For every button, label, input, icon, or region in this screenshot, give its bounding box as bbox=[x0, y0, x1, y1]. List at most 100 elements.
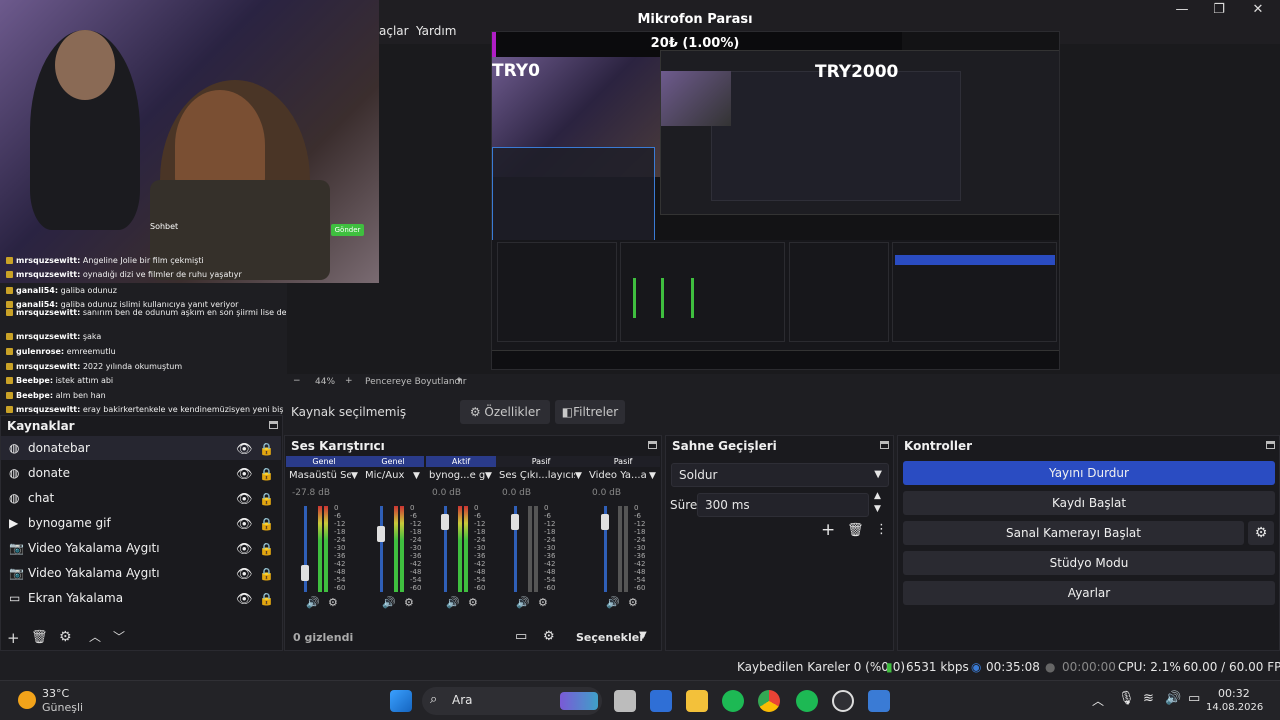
increment-icon[interactable]: ▲ bbox=[874, 491, 881, 501]
popout-icon[interactable] bbox=[648, 441, 657, 449]
start-recording-button[interactable]: Kaydı Başlat bbox=[903, 491, 1275, 515]
lock-icon[interactable]: 🔒 bbox=[259, 537, 274, 561]
donation-title: Mikrofon Parası bbox=[637, 12, 753, 27]
add-transition-button[interactable]: + bbox=[821, 520, 835, 540]
source-item[interactable]: ▶ bynogame gif 👁 🔒 bbox=[1, 511, 281, 535]
properties-button[interactable]: ⚙ Özellikler bbox=[460, 400, 550, 424]
weather-temp: 33°C bbox=[42, 687, 70, 700]
eye-icon[interactable]: 👁 bbox=[236, 438, 253, 462]
maximize-button[interactable]: ❐ bbox=[1199, 2, 1239, 20]
nested-webcam bbox=[661, 71, 731, 126]
menu-help[interactable]: Yardım bbox=[416, 24, 456, 38]
stop-streaming-button[interactable]: Yayını Durdur bbox=[903, 461, 1275, 485]
eye-icon[interactable]: 👁 bbox=[236, 463, 253, 487]
trash-icon[interactable]: 🗑 bbox=[31, 630, 48, 645]
source-item[interactable]: ◍ donatebar 👁 🔒 bbox=[1, 436, 281, 460]
battery-icon[interactable]: ▭ bbox=[1188, 691, 1200, 706]
lock-icon[interactable]: 🔒 bbox=[259, 512, 274, 536]
chat-message: Beebpe: alm ben han bbox=[6, 391, 286, 400]
studio-mode-button[interactable]: Stüdyo Modu bbox=[903, 551, 1275, 575]
decrement-icon[interactable]: ▼ bbox=[874, 504, 881, 514]
obs-icon[interactable] bbox=[832, 690, 854, 712]
nested-mixer bbox=[620, 242, 785, 342]
popout-icon[interactable] bbox=[1266, 441, 1275, 449]
chat-text: galiba odunuz bbox=[60, 286, 117, 295]
transitions-dock: Sahne Geçişleri Soldur ▼ Süre 300 ms ▲ ▼ … bbox=[665, 435, 894, 651]
lock-icon[interactable]: 🔒 bbox=[259, 487, 274, 511]
chevron-up-icon[interactable]: ︿ bbox=[1092, 692, 1104, 709]
fit-to-window[interactable]: Pencereye Boyutlandır bbox=[365, 377, 466, 387]
task-view-icon[interactable] bbox=[614, 690, 636, 712]
zoom-in-button[interactable]: + bbox=[345, 376, 353, 386]
duration-input[interactable]: 300 ms bbox=[697, 493, 869, 517]
app-icon[interactable] bbox=[868, 690, 890, 712]
eye-icon[interactable]: 👁 bbox=[236, 488, 253, 512]
source-item[interactable]: ◍ chat 👁 🔒 bbox=[1, 486, 281, 510]
source-item[interactable]: ▭ Ekran Yakalama 👁 🔒 bbox=[1, 586, 281, 610]
source-status: Kaynak seçilmemiş bbox=[291, 405, 407, 419]
source-toolbar: Kaynak seçilmemiş ⚙ Özellikler ◧Filtrele… bbox=[283, 398, 1280, 428]
source-item[interactable]: 📷 Video Yakalama Aygıtı 👁 🔒 bbox=[1, 561, 281, 585]
camera-icon: 📷 bbox=[9, 541, 24, 555]
sources-list: ◍ donatebar 👁 🔒 ◍ donate 👁 🔒 ◍ chat 👁 🔒 ▶ bynogame gi… bbox=[1, 436, 282, 621]
start-virtual-camera-button[interactable]: Sanal Kamerayı Başlat bbox=[903, 521, 1244, 545]
add-source-button[interactable]: + bbox=[7, 629, 20, 647]
link-icon[interactable]: ⚙ bbox=[543, 629, 555, 644]
record-icon: ● bbox=[1045, 660, 1056, 674]
popout-icon[interactable] bbox=[880, 441, 889, 449]
badge-icon bbox=[6, 363, 13, 370]
eye-icon[interactable]: 👁 bbox=[236, 588, 253, 612]
badge-icon bbox=[6, 377, 13, 384]
microphone-icon[interactable]: 🎙 bbox=[1118, 691, 1135, 706]
volume-icon[interactable]: 🔊 bbox=[1165, 691, 1181, 706]
lock-icon[interactable]: 🔒 bbox=[259, 562, 274, 586]
chat-send-button[interactable]: Gönder bbox=[331, 224, 364, 236]
more-icon[interactable]: ⋮ bbox=[875, 522, 888, 537]
chevron-down-icon[interactable]: ▼ bbox=[639, 630, 647, 641]
signal-icon: ▮ bbox=[886, 660, 893, 674]
badge-icon bbox=[6, 257, 13, 264]
lock-icon[interactable]: 🔒 bbox=[259, 437, 274, 461]
file-explorer-icon[interactable] bbox=[686, 690, 708, 712]
chrome-icon[interactable] bbox=[758, 690, 780, 712]
program-preview[interactable] bbox=[491, 31, 1060, 370]
spotify-icon[interactable] bbox=[722, 690, 744, 712]
sun-icon bbox=[18, 691, 36, 709]
gear-icon[interactable]: ⚙ bbox=[1248, 521, 1274, 545]
badge-icon bbox=[6, 392, 13, 399]
minimize-button[interactable]: — bbox=[1162, 2, 1202, 20]
source-item[interactable]: 📷 Video Yakalama Aygıtı 👁 🔒 bbox=[1, 536, 281, 560]
source-name: donate bbox=[28, 466, 71, 480]
taskbar-search[interactable]: ⌕ Ara bbox=[422, 687, 602, 715]
store-icon[interactable] bbox=[650, 690, 672, 712]
settings-button[interactable]: Ayarlar bbox=[903, 581, 1275, 605]
wifi-icon[interactable]: ≋ bbox=[1143, 691, 1154, 706]
taskbar: 33°C Güneşli ⌕ Ara ︿ 🎙 ≋ 🔊 ▭ 00:32 14.08… bbox=[0, 680, 1280, 720]
eye-icon[interactable]: 👁 bbox=[236, 513, 253, 537]
filters-button[interactable]: ◧Filtreler bbox=[555, 400, 625, 424]
layout-icon[interactable]: ▭ bbox=[515, 629, 527, 644]
eye-icon[interactable]: 👁 bbox=[236, 563, 253, 587]
windows-start-icon[interactable] bbox=[390, 690, 412, 712]
chevron-down-icon[interactable]: ▾ bbox=[457, 376, 462, 386]
chat-text: emreemutlu bbox=[66, 347, 116, 356]
lock-icon[interactable]: 🔒 bbox=[259, 587, 274, 611]
chevron-down-icon[interactable]: ﹀ bbox=[113, 628, 125, 645]
lock-icon[interactable]: 🔒 bbox=[259, 462, 274, 486]
options-button[interactable]: Seçenekler bbox=[576, 631, 645, 644]
gear-icon: ⚙ bbox=[469, 405, 481, 419]
menu-tools[interactable]: açlar bbox=[379, 24, 409, 38]
source-item[interactable]: ◍ donate 👁 🔒 bbox=[1, 461, 281, 485]
trash-icon[interactable]: 🗑 bbox=[847, 523, 864, 538]
clock-time[interactable]: 00:32 bbox=[1218, 687, 1250, 700]
close-button[interactable]: ✕ bbox=[1238, 2, 1278, 20]
popout-icon[interactable] bbox=[269, 421, 278, 429]
chevron-up-icon[interactable]: ︿ bbox=[89, 628, 101, 645]
chat-username: ganali54: bbox=[16, 286, 59, 295]
gear-icon[interactable]: ⚙ bbox=[59, 629, 72, 645]
zoom-out-button[interactable]: − bbox=[293, 376, 301, 386]
eye-icon[interactable]: 👁 bbox=[236, 538, 253, 562]
clock-date[interactable]: 14.08.2026 bbox=[1206, 702, 1263, 713]
transition-select[interactable]: Soldur ▼ bbox=[671, 463, 889, 487]
spotify-icon[interactable] bbox=[796, 690, 818, 712]
